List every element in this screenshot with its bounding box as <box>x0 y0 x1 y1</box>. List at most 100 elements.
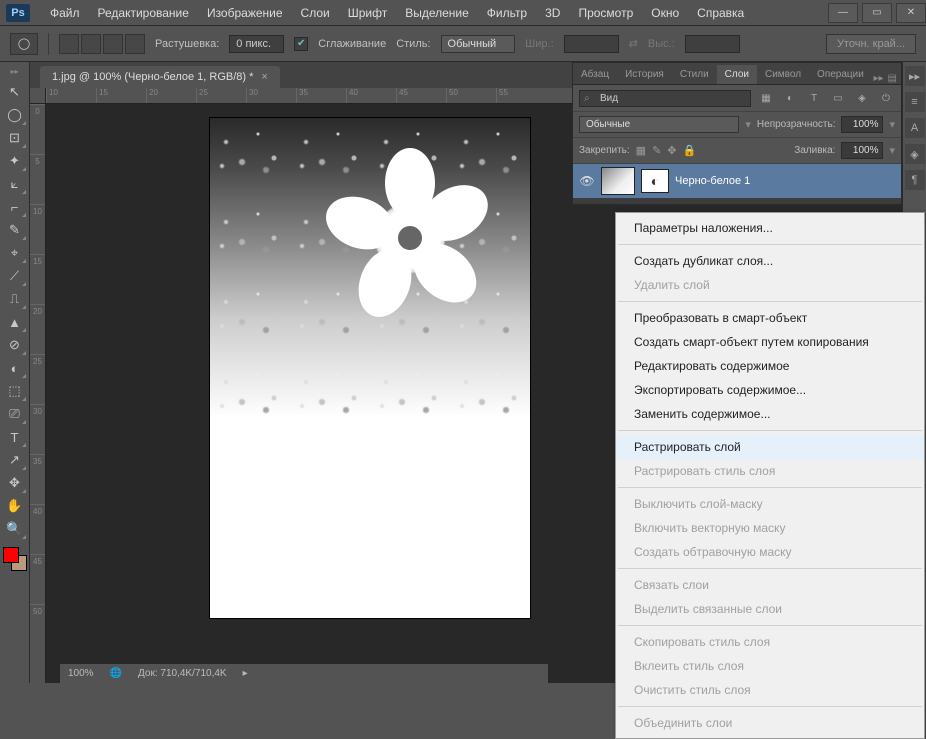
title-bar: Ps Файл Редактирование Изображение Слои … <box>0 0 926 26</box>
tool-type[interactable]: T <box>3 426 27 448</box>
canvas-image <box>210 118 530 618</box>
menu-help[interactable]: Справка <box>689 2 752 24</box>
menu-layers[interactable]: Слои <box>293 2 338 24</box>
tool-eyedropper[interactable]: ⌐ <box>3 196 27 218</box>
antialias-checkbox[interactable]: ✔ <box>294 37 308 51</box>
status-menu-icon[interactable]: ▸ <box>243 668 248 679</box>
close-button[interactable]: ✕ <box>896 3 926 23</box>
menu-file[interactable]: Файл <box>42 2 88 24</box>
menu-select[interactable]: Выделение <box>397 2 477 24</box>
tool-clone[interactable]: ⟋ <box>3 265 27 287</box>
ctx-item: Объединить слои <box>616 711 924 735</box>
status-globe-icon[interactable]: 🌐 <box>110 668 122 679</box>
document-tab-title: 1.jpg @ 100% (Черно-белое 1, RGB/8) * <box>52 71 253 83</box>
tool-move[interactable]: ↖ <box>3 81 27 103</box>
layers-panel: Абзац История Стили Слои Символ Операции… <box>572 62 902 205</box>
maximize-button[interactable]: ▭ <box>862 3 892 23</box>
ctx-item[interactable]: Создать дубликат слоя... <box>616 249 924 273</box>
layer-visibility-icon[interactable]: 👁 <box>579 174 595 188</box>
tool-eraser[interactable]: ▲ <box>3 311 27 333</box>
tool-shape[interactable]: ✥ <box>3 472 27 494</box>
menu-window[interactable]: Окно <box>643 2 687 24</box>
tab-paragraph[interactable]: Абзац <box>573 65 617 84</box>
selection-new-icon[interactable] <box>59 34 79 54</box>
tab-layers[interactable]: Слои <box>717 65 757 84</box>
tool-blur[interactable]: ◐ <box>3 357 27 379</box>
selection-intersect-icon[interactable] <box>125 34 145 54</box>
tool-marquee[interactable]: ◯ <box>3 104 27 126</box>
layer-filter-search[interactable]: Вид <box>579 90 751 107</box>
opacity-input[interactable]: 100% <box>841 116 883 133</box>
menu-type[interactable]: Шрифт <box>340 2 395 24</box>
blend-mode-select[interactable]: Обычные <box>579 116 739 133</box>
feather-input[interactable] <box>229 35 284 53</box>
minimize-button[interactable]: — <box>828 3 858 23</box>
height-label: Выс.: <box>648 38 675 50</box>
tool-gradient[interactable]: ⊘ <box>3 334 27 356</box>
dock-layers-icon[interactable]: ◈ <box>905 144 925 164</box>
tool-crop[interactable]: ⟀ <box>3 173 27 195</box>
document-tab-close-icon[interactable]: × <box>261 71 267 83</box>
tab-actions[interactable]: Операции <box>809 65 872 84</box>
dock-expand-icon[interactable]: ▸▸ <box>905 66 925 86</box>
tool-wand[interactable]: ✦ <box>3 150 27 172</box>
filter-adjust-icon[interactable]: ◐ <box>781 89 799 107</box>
dock-history-icon[interactable]: ≡ <box>905 92 925 112</box>
tool-healing[interactable]: ✎ <box>3 219 27 241</box>
layer-thumbnail[interactable] <box>601 167 635 195</box>
selection-add-icon[interactable] <box>81 34 101 54</box>
layer-row[interactable]: 👁 ◐ Черно-белое 1 <box>573 164 901 198</box>
tool-history-brush[interactable]: ⎍ <box>3 288 27 310</box>
tool-preset-icon[interactable]: ◯ <box>10 33 38 55</box>
tool-zoom[interactable]: 🔍 <box>3 518 27 540</box>
ctx-item[interactable]: Экспортировать содержимое... <box>616 378 924 402</box>
tab-styles[interactable]: Стили <box>672 65 717 84</box>
ctx-item[interactable]: Параметры наложения... <box>616 216 924 240</box>
lock-pixels-icon[interactable]: ✎ <box>652 144 661 157</box>
toolbox-expand-icon[interactable]: ▸▸ <box>2 66 28 76</box>
fill-label: Заливка: <box>794 145 835 156</box>
tab-character[interactable]: Символ <box>757 65 809 84</box>
ctx-item[interactable]: Растрировать слой <box>616 435 924 459</box>
tool-pen[interactable]: ⎚ <box>3 403 27 425</box>
tool-dodge[interactable]: ⬚ <box>3 380 27 402</box>
ctx-item[interactable]: Преобразовать в смарт-объект <box>616 306 924 330</box>
layer-mask-thumbnail[interactable]: ◐ <box>641 169 669 193</box>
ctx-item[interactable]: Редактировать содержимое <box>616 354 924 378</box>
tool-hand[interactable]: ✋ <box>3 495 27 517</box>
filter-type-icon[interactable]: T <box>805 89 823 107</box>
document-tab[interactable]: 1.jpg @ 100% (Черно-белое 1, RGB/8) * × <box>40 66 280 88</box>
filter-shape-icon[interactable]: ▭ <box>829 89 847 107</box>
menu-bar: Файл Редактирование Изображение Слои Шри… <box>42 2 824 24</box>
menu-view[interactable]: Просмотр <box>570 2 641 24</box>
lock-all-icon[interactable]: 🔒 <box>683 144 697 157</box>
color-swatches[interactable] <box>3 547 27 571</box>
fill-input[interactable]: 100% <box>841 142 883 159</box>
style-select[interactable]: Обычный <box>441 35 516 53</box>
panel-collapse-icon[interactable]: ▸▸ <box>874 73 884 84</box>
tool-lasso[interactable]: ⊡ <box>3 127 27 149</box>
menu-image[interactable]: Изображение <box>199 2 291 24</box>
layer-name-label[interactable]: Черно-белое 1 <box>675 175 750 187</box>
filter-pixel-icon[interactable]: ▦ <box>757 89 775 107</box>
filter-smart-icon[interactable]: ◈ <box>853 89 871 107</box>
tab-history[interactable]: История <box>617 65 672 84</box>
lock-transparency-icon[interactable]: ▦ <box>636 144 646 157</box>
menu-filter[interactable]: Фильтр <box>479 2 535 24</box>
foreground-color-swatch[interactable] <box>3 547 19 563</box>
status-zoom[interactable]: 100% <box>68 668 94 679</box>
refine-edge-button[interactable]: Уточн. край... <box>826 34 916 54</box>
lock-position-icon[interactable]: ✥ <box>667 144 676 157</box>
selection-subtract-icon[interactable] <box>103 34 123 54</box>
filter-toggle-icon[interactable]: ⏻ <box>877 89 895 107</box>
panel-menu-icon[interactable]: ▤ <box>888 73 897 84</box>
tool-path[interactable]: ↗ <box>3 449 27 471</box>
menu-edit[interactable]: Редактирование <box>90 2 197 24</box>
dock-character-icon[interactable]: A <box>905 118 925 138</box>
height-input <box>685 35 740 53</box>
tool-brush[interactable]: ⌖ <box>3 242 27 264</box>
menu-3d[interactable]: 3D <box>537 2 568 24</box>
dock-paragraph-icon[interactable]: ¶ <box>905 170 925 190</box>
ctx-item[interactable]: Заменить содержимое... <box>616 402 924 426</box>
ctx-item[interactable]: Создать смарт-объект путем копирования <box>616 330 924 354</box>
